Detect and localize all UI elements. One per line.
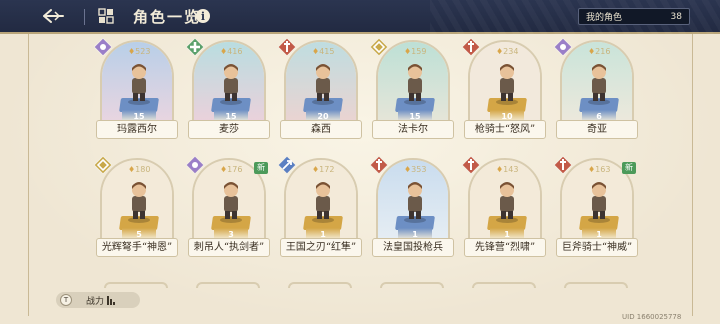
magic-class-icon [186,156,204,174]
next-row-card [196,282,260,288]
character-sprite [312,64,334,105]
power-value: ♦180 [128,165,151,174]
next-row-card [380,282,444,288]
guard-class-icon [462,38,480,56]
character-name: 法卡尔 [372,120,454,139]
new-badge: 新 [254,162,268,174]
character-name: 先锋营“烈啸” [464,238,546,257]
character-name: 法皇国投枪兵 [372,238,454,257]
character-name: 枪骑士“怒风” [464,120,546,139]
next-row-card [104,282,168,288]
character-sprite [128,182,150,223]
next-row-card [288,282,352,288]
character-name: 麦莎 [188,120,270,139]
character-grid: ♦523 15 玛露西尔 ♦416 15 麦莎 ♦415 20 森西 ♦159 … [0,0,720,324]
character-sprite [496,64,518,105]
power-value: ♦172 [312,165,335,174]
assault-class-icon [278,156,296,174]
power-value: ♦416 [220,47,243,56]
character-sprite [588,182,610,223]
filter-type-icon: T [60,294,72,306]
power-value: ♦353 [404,165,427,174]
character-name: 森西 [280,120,362,139]
magic-class-icon [554,38,572,56]
guard-class-icon [278,38,296,56]
guard-class-icon [554,156,572,174]
character-card[interactable]: ♦176 3 新 刺吊人“执剑者” [186,156,270,262]
support-class-icon [94,156,112,174]
character-name: 光辉弩手“神恩” [96,238,178,257]
sort-bars-icon [107,295,116,305]
character-card[interactable]: ♦415 20 森西 [278,38,362,144]
magic-class-icon [94,38,112,56]
character-sprite [220,182,242,223]
character-name: 刺吊人“执剑者” [188,238,270,257]
character-sprite [496,182,518,223]
sort-by-power-button[interactable]: T 战力 [56,292,140,308]
character-card[interactable]: ♦172 1 王国之刃“红隼” [278,156,362,262]
power-value: ♦234 [496,47,519,56]
next-row-card [472,282,536,288]
character-card[interactable]: ♦143 1 先锋营“烈啸” [462,156,546,262]
character-sprite [588,64,610,105]
power-value: ♦216 [588,47,611,56]
user-id: UID 1660025778 [622,313,682,321]
character-card[interactable]: ♦523 15 玛露西尔 [94,38,178,144]
support-class-icon [370,38,388,56]
character-name: 王国之刃“红隼” [280,238,362,257]
power-value: ♦163 [588,165,611,174]
character-name: 巨斧骑士“神威” [556,238,638,257]
character-sprite [128,64,150,105]
character-card[interactable]: ♦159 15 法卡尔 [370,38,454,144]
character-sprite [404,182,426,223]
new-badge: 新 [622,162,636,174]
character-card[interactable]: ♦234 10 枪骑士“怒风” [462,38,546,144]
character-card[interactable]: ♦353 1 法皇国投枪兵 [370,156,454,262]
character-sprite [404,64,426,105]
sort-label: 战力 [86,296,105,307]
character-sprite [312,182,334,223]
character-sprite [220,64,242,105]
power-value: ♦159 [404,47,427,56]
guard-class-icon [462,156,480,174]
power-value: ♦523 [128,47,151,56]
guard-class-icon [370,156,388,174]
character-name: 奇亚 [556,120,638,139]
character-card[interactable]: ♦416 15 麦莎 [186,38,270,144]
character-card[interactable]: ♦163 1 新 巨斧骑士“神威” [554,156,638,262]
character-name: 玛露西尔 [96,120,178,139]
power-value: ♦143 [496,165,519,174]
next-row-card [564,282,628,288]
heal-class-icon [186,38,204,56]
power-value: ♦176 [220,165,243,174]
power-value: ♦415 [312,47,335,56]
character-card[interactable]: ♦216 6 奇亚 [554,38,638,144]
character-card[interactable]: ♦180 5 光辉弩手“神恩” [94,156,178,262]
